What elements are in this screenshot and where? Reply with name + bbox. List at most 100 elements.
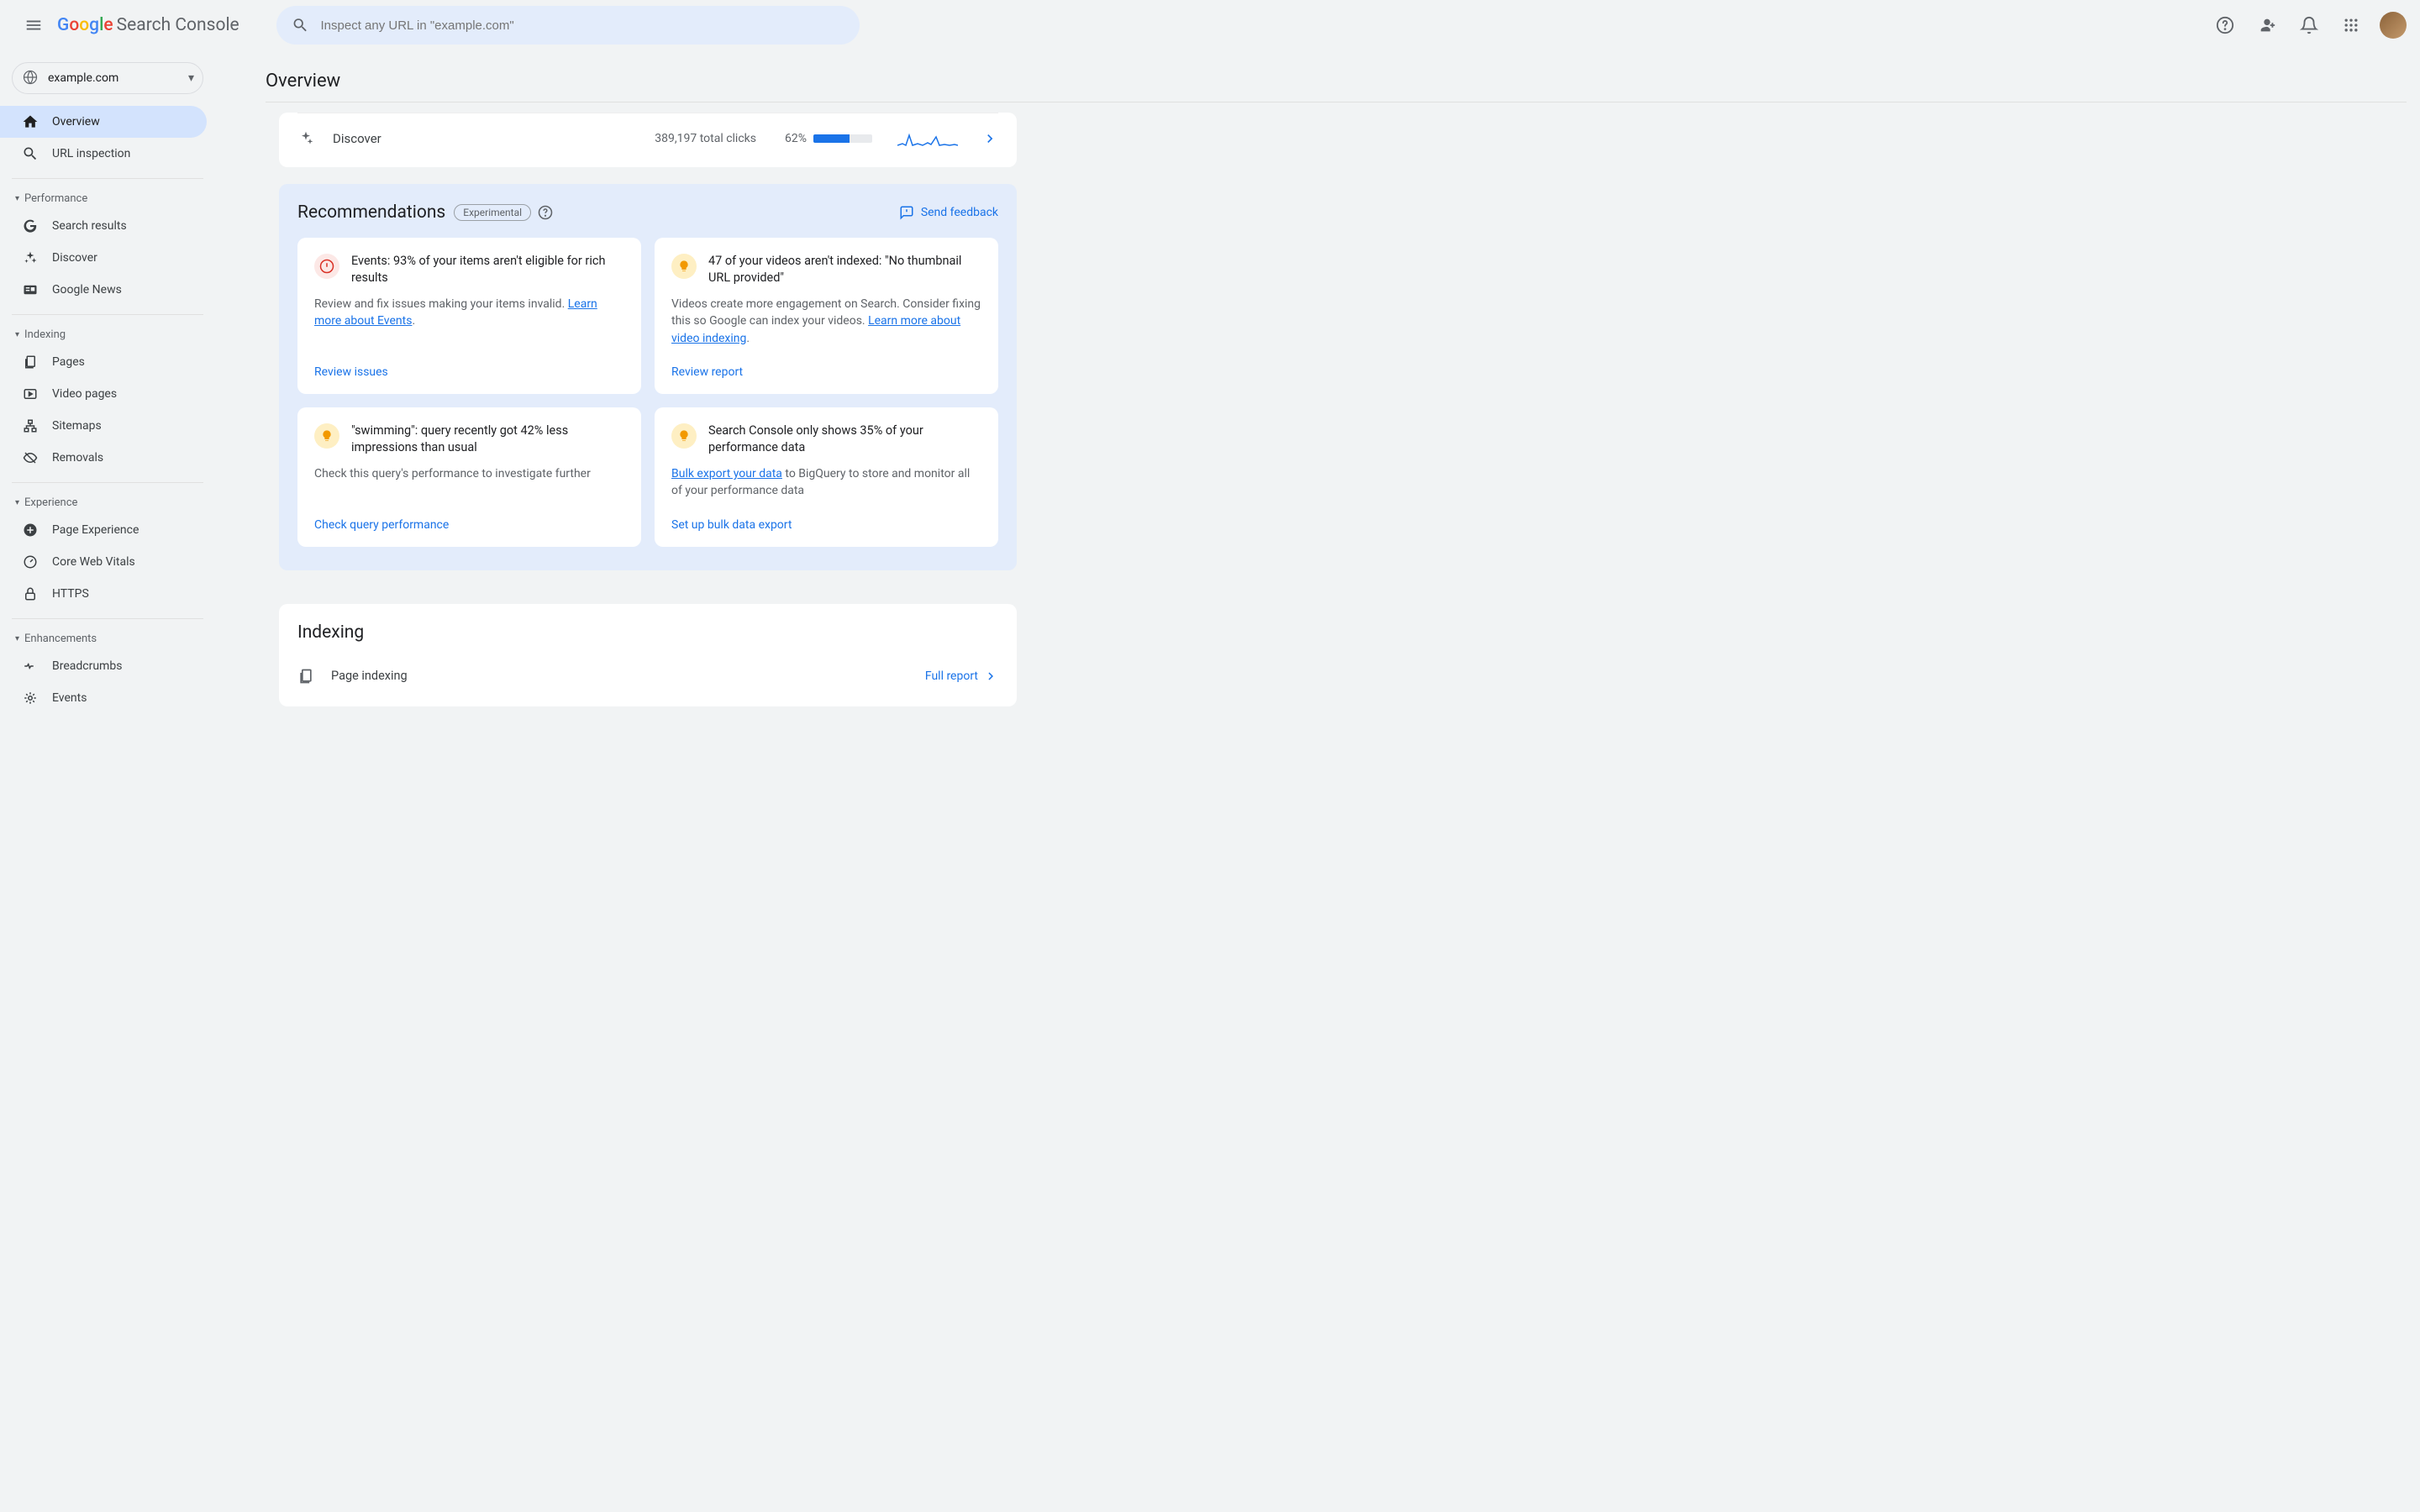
triangle-down-icon: ▾ — [15, 498, 19, 507]
discover-pct: 62% — [785, 132, 807, 145]
person-add-icon — [2258, 16, 2276, 34]
feedback-label: Send feedback — [921, 206, 998, 219]
recommendations-header: Recommendations Experimental Send feedba… — [297, 202, 998, 223]
sidebar-item-discover[interactable]: Discover — [0, 242, 207, 274]
sidebar-item-overview[interactable]: Overview — [0, 106, 207, 138]
plus-circle-icon — [20, 522, 40, 538]
google-logo-text: Google — [57, 15, 113, 35]
sidebar-item-url-inspection[interactable]: URL inspection — [0, 138, 207, 170]
sidebar-group-experience[interactable]: ▾ Experience — [0, 490, 215, 514]
sidebar-item-label: Discover — [52, 251, 97, 265]
events-icon — [20, 690, 40, 706]
recommendation-link[interactable]: Learn more about Events — [314, 297, 597, 328]
sidebar-separator — [12, 482, 203, 483]
sidebar-item-sitemaps[interactable]: Sitemaps — [0, 410, 207, 442]
breadcrumbs-icon — [20, 659, 40, 674]
sidebar-item-label: HTTPS — [52, 587, 89, 601]
triangle-down-icon: ▾ — [15, 194, 19, 203]
sidebar-item-google-news[interactable]: Google News — [0, 274, 207, 306]
recommendation-card[interactable]: "swimming": query recently got 42% less … — [297, 407, 641, 547]
gauge-icon — [20, 554, 40, 570]
sidebar-item-events[interactable]: Events — [0, 682, 207, 714]
menu-button[interactable] — [13, 5, 54, 45]
sidebar-item-label: Breadcrumbs — [52, 659, 122, 673]
page-title: Overview — [266, 50, 2407, 102]
search-bar[interactable] — [276, 6, 860, 45]
sidebar-item-label: Removals — [52, 451, 103, 465]
bell-icon — [2300, 16, 2318, 34]
sidebar-item-core-web-vitals[interactable]: Core Web Vitals — [0, 546, 207, 578]
lock-icon — [20, 586, 40, 601]
sidebar-item-label: URL inspection — [52, 147, 130, 160]
recommendation-action[interactable]: Set up bulk data export — [671, 500, 981, 532]
recommendation-body: Check this query's performance to invest… — [314, 465, 624, 482]
feedback-icon — [899, 205, 914, 220]
logo[interactable]: Google Search Console — [57, 15, 239, 35]
removals-icon — [20, 450, 40, 465]
product-name: Search Console — [117, 15, 239, 35]
search-input[interactable] — [321, 18, 844, 33]
page-indexing-label: Page indexing — [331, 669, 408, 683]
discover-label: Discover — [333, 131, 381, 146]
header: Google Search Console — [0, 0, 2420, 50]
notifications-button[interactable] — [2291, 7, 2328, 44]
discover-row[interactable]: Discover 389,197 total clicks 62% — [279, 113, 1017, 167]
sidebar-item-https[interactable]: HTTPS — [0, 578, 207, 610]
property-name: example.com — [48, 71, 118, 85]
help-icon[interactable] — [538, 205, 553, 220]
discover-icon — [20, 250, 40, 265]
recommendation-action[interactable]: Review report — [671, 347, 981, 379]
triangle-down-icon: ▾ — [15, 634, 19, 643]
error-icon — [314, 254, 339, 279]
sidebar-item-label: Search results — [52, 219, 127, 233]
search-icon — [20, 145, 40, 162]
sidebar-group-enhancements[interactable]: ▾ Enhancements — [0, 626, 215, 650]
apps-button[interactable] — [2333, 7, 2370, 44]
full-report-link[interactable]: Full report — [925, 669, 998, 684]
sidebar-item-page-experience[interactable]: Page Experience — [0, 514, 207, 546]
chevron-right-icon — [981, 130, 998, 147]
lightbulb-icon — [671, 423, 697, 449]
account-avatar[interactable] — [2380, 12, 2407, 39]
recommendation-card[interactable]: Events: 93% of your items aren't eligibl… — [297, 238, 641, 394]
recommendation-card[interactable]: Search Console only shows 35% of your pe… — [655, 407, 998, 547]
pages-icon — [297, 668, 314, 685]
sidebar-item-video-pages[interactable]: Video pages — [0, 378, 207, 410]
recommendation-link[interactable]: Learn more about video indexing — [671, 314, 960, 344]
news-icon — [20, 282, 40, 297]
search-container — [276, 6, 860, 45]
recommendation-title: Events: 93% of your items aren't eligibl… — [351, 253, 624, 286]
sidebar-item-label: Events — [52, 691, 87, 705]
help-icon — [2216, 16, 2234, 34]
indexing-section: Indexing Page indexing Full report — [279, 604, 1017, 706]
group-label: Enhancements — [24, 633, 97, 645]
group-label: Experience — [24, 496, 77, 509]
recommendation-action[interactable]: Check query performance — [314, 500, 624, 532]
sidebar: example.com ▾ Overview URL inspection ▾ P… — [0, 50, 215, 1512]
recommendation-title: Search Console only shows 35% of your pe… — [708, 423, 981, 455]
people-button[interactable] — [2249, 7, 2286, 44]
apps-grid-icon — [2343, 17, 2360, 34]
home-icon — [20, 113, 40, 130]
sidebar-item-label: Page Experience — [52, 523, 139, 537]
property-selector[interactable]: example.com ▾ — [12, 62, 203, 94]
send-feedback-link[interactable]: Send feedback — [899, 205, 998, 220]
recommendation-action[interactable]: Review issues — [314, 347, 624, 379]
sidebar-item-label: Video pages — [52, 387, 117, 401]
sidebar-item-label: Core Web Vitals — [52, 555, 135, 569]
triangle-down-icon: ▾ — [15, 330, 19, 339]
sidebar-group-indexing[interactable]: ▾Indexing — [0, 322, 215, 346]
help-button[interactable] — [2207, 7, 2244, 44]
sidebar-item-removals[interactable]: Removals — [0, 442, 207, 474]
sidebar-item-search-results[interactable]: Search results — [0, 210, 207, 242]
video-icon — [20, 386, 40, 402]
sidebar-separator — [12, 178, 203, 179]
pages-icon — [20, 354, 40, 370]
group-label: Performance — [24, 192, 87, 205]
recommendation-link[interactable]: Bulk export your data — [671, 467, 782, 480]
sidebar-item-breadcrumbs[interactable]: Breadcrumbs — [0, 650, 207, 682]
recommendation-card[interactable]: 47 of your videos aren't indexed: "No th… — [655, 238, 998, 394]
recommendation-title: 47 of your videos aren't indexed: "No th… — [708, 253, 981, 286]
sidebar-item-pages[interactable]: Pages — [0, 346, 207, 378]
sidebar-group-performance[interactable]: ▾ Performance — [0, 186, 215, 210]
